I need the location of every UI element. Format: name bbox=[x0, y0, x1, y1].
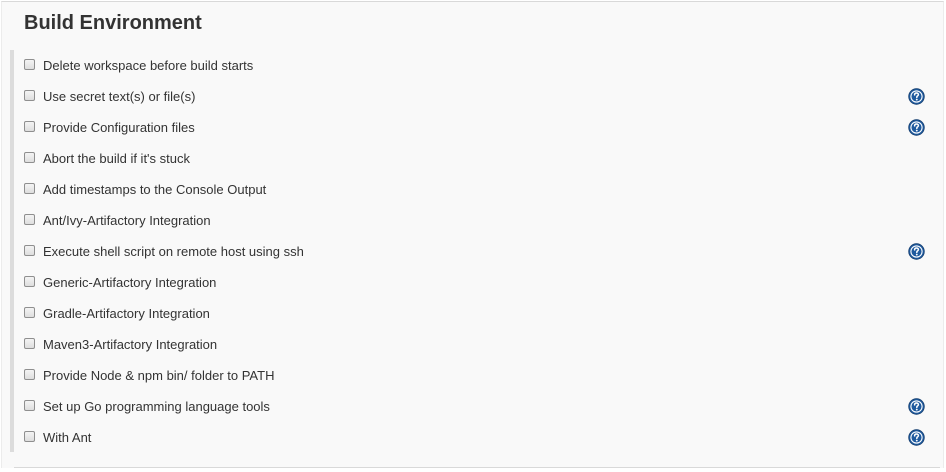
help-icon[interactable] bbox=[908, 429, 925, 446]
provide-configuration-files-checkbox[interactable] bbox=[24, 121, 35, 132]
option-label[interactable]: With Ant bbox=[43, 430, 91, 446]
setup-go-tools-checkbox[interactable] bbox=[24, 400, 35, 411]
option-gradle-artifactory[interactable]: Gradle-Artifactory Integration bbox=[0, 299, 946, 330]
section-divider bbox=[14, 467, 940, 468]
help-icon[interactable] bbox=[908, 398, 925, 415]
delete-workspace-checkbox[interactable] bbox=[24, 59, 35, 70]
option-label[interactable]: Maven3-Artifactory Integration bbox=[43, 337, 217, 353]
with-ant-checkbox[interactable] bbox=[24, 431, 35, 442]
option-ant-ivy-artifactory[interactable]: Ant/Ivy-Artifactory Integration bbox=[0, 206, 946, 237]
help-icon[interactable] bbox=[908, 243, 925, 260]
option-abort-if-stuck[interactable]: Abort the build if it's stuck bbox=[0, 144, 946, 175]
provide-node-npm-checkbox[interactable] bbox=[24, 369, 35, 380]
option-label[interactable]: Ant/Ivy-Artifactory Integration bbox=[43, 213, 211, 229]
option-execute-shell-ssh[interactable]: Execute shell script on remote host usin… bbox=[0, 237, 946, 268]
option-with-ant[interactable]: With Ant bbox=[0, 423, 946, 454]
maven3-artifactory-checkbox[interactable] bbox=[24, 338, 35, 349]
execute-shell-ssh-checkbox[interactable] bbox=[24, 245, 35, 256]
option-label[interactable]: Add timestamps to the Console Output bbox=[43, 182, 266, 198]
section-title: Build Environment bbox=[24, 12, 202, 34]
option-label[interactable]: Gradle-Artifactory Integration bbox=[43, 306, 210, 322]
gradle-artifactory-checkbox[interactable] bbox=[24, 307, 35, 318]
option-label[interactable]: Set up Go programming language tools bbox=[43, 399, 270, 415]
option-label[interactable]: Generic-Artifactory Integration bbox=[43, 275, 216, 291]
option-label[interactable]: Abort the build if it's stuck bbox=[43, 151, 190, 167]
option-provide-configuration-files[interactable]: Provide Configuration files bbox=[0, 113, 946, 144]
option-delete-workspace[interactable]: Delete workspace before build starts bbox=[0, 51, 946, 82]
help-icon[interactable] bbox=[908, 88, 925, 105]
option-label[interactable]: Provide Node & npm bin/ folder to PATH bbox=[43, 368, 274, 384]
option-provide-node-npm[interactable]: Provide Node & npm bin/ folder to PATH bbox=[0, 361, 946, 392]
abort-if-stuck-checkbox[interactable] bbox=[24, 152, 35, 163]
use-secret-text-checkbox[interactable] bbox=[24, 90, 35, 101]
option-label[interactable]: Provide Configuration files bbox=[43, 120, 195, 136]
add-timestamps-checkbox[interactable] bbox=[24, 183, 35, 194]
build-environment-options: Delete workspace before build starts Use… bbox=[0, 51, 946, 454]
option-label[interactable]: Delete workspace before build starts bbox=[43, 58, 253, 74]
option-use-secret-text[interactable]: Use secret text(s) or file(s) bbox=[0, 82, 946, 113]
option-add-timestamps[interactable]: Add timestamps to the Console Output bbox=[0, 175, 946, 206]
option-generic-artifactory[interactable]: Generic-Artifactory Integration bbox=[0, 268, 946, 299]
option-label[interactable]: Execute shell script on remote host usin… bbox=[43, 244, 304, 260]
help-icon[interactable] bbox=[908, 119, 925, 136]
option-label[interactable]: Use secret text(s) or file(s) bbox=[43, 89, 195, 105]
option-setup-go-tools[interactable]: Set up Go programming language tools bbox=[0, 392, 946, 423]
generic-artifactory-checkbox[interactable] bbox=[24, 276, 35, 287]
option-maven3-artifactory[interactable]: Maven3-Artifactory Integration bbox=[0, 330, 946, 361]
ant-ivy-artifactory-checkbox[interactable] bbox=[24, 214, 35, 225]
